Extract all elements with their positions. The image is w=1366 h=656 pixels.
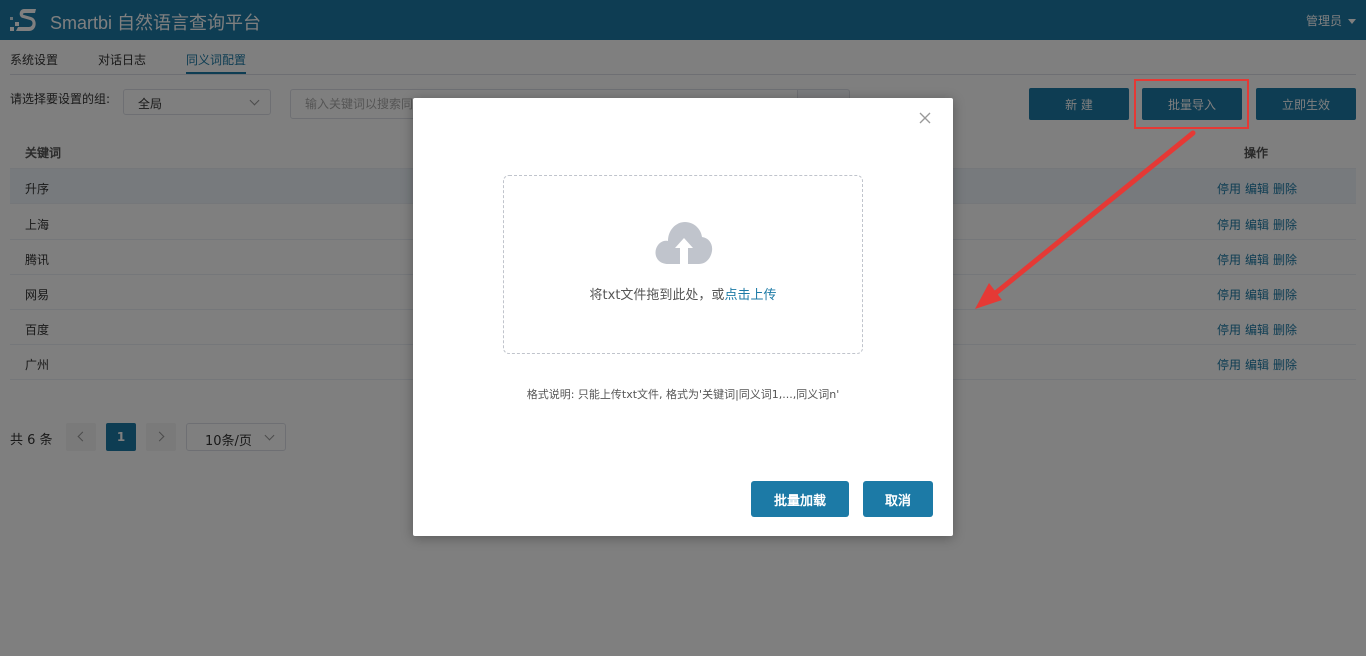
import-dialog: 将txt文件拖到此处，或点击上传 格式说明: 只能上传txt文件, 格式为'关键…: [413, 98, 953, 536]
click-upload-link[interactable]: 点击上传: [724, 288, 776, 303]
drop-instruction: 将txt文件拖到此处，或点击上传: [504, 284, 862, 303]
cloud-upload-icon: [655, 222, 713, 264]
drop-text: 将txt文件拖到此处，或: [589, 288, 725, 303]
close-icon[interactable]: [917, 110, 933, 126]
upload-dropzone[interactable]: 将txt文件拖到此处，或点击上传: [503, 175, 863, 354]
format-note: 格式说明: 只能上传txt文件, 格式为'关键词|同义词1,...,同义词n': [526, 388, 840, 401]
cancel-button[interactable]: 取消: [863, 481, 933, 517]
batch-load-button[interactable]: 批量加载: [751, 481, 849, 517]
